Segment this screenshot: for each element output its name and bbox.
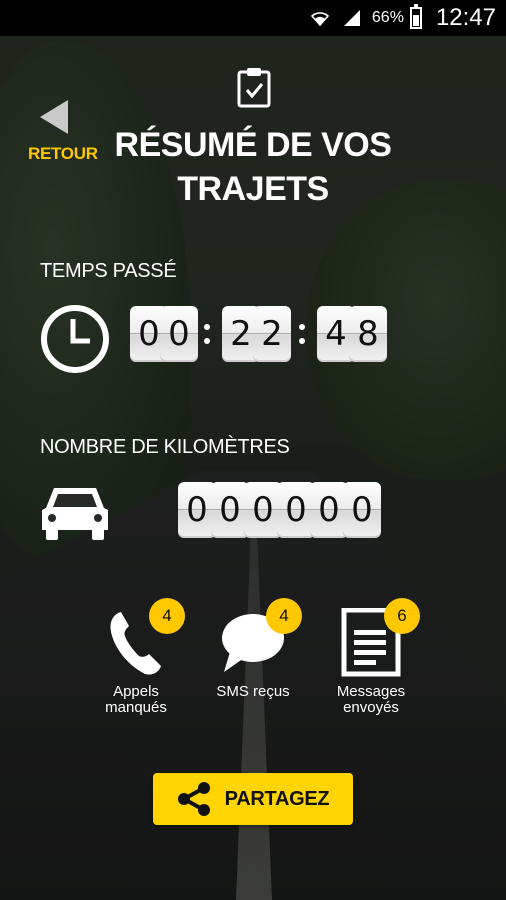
status-time: 12:47 bbox=[435, 4, 496, 31]
share-label: PARTAGEZ bbox=[224, 787, 330, 810]
sms-received-caption: SMS reçus bbox=[193, 684, 313, 700]
messages-sent-stat[interactable]: 6 Messages envoyés bbox=[311, 598, 431, 716]
time-separator bbox=[298, 306, 306, 362]
missed-calls-stat[interactable]: 4 Appels manqués bbox=[76, 598, 196, 716]
page-title: RÉSUMÉ DE VOS TRAJETS bbox=[110, 123, 396, 211]
title-line-2: TRAJETS bbox=[177, 170, 329, 208]
caption-line: Appels bbox=[113, 683, 159, 700]
missed-calls-badge: 4 bbox=[149, 598, 185, 634]
caption-line: envoyés bbox=[343, 699, 399, 716]
status-bar: 66% 12:47 bbox=[0, 0, 506, 36]
share-icon bbox=[177, 782, 210, 816]
clipboard-check-icon bbox=[237, 68, 271, 108]
car-icon bbox=[42, 488, 108, 540]
battery-percent: 66% bbox=[371, 9, 404, 26]
caption-line: manqués bbox=[105, 699, 167, 716]
time-spent-label: TEMPS PASSÉ bbox=[40, 260, 177, 282]
time-separator bbox=[203, 306, 211, 362]
signal-icon bbox=[343, 10, 360, 26]
back-button[interactable]: RETOUR bbox=[28, 100, 98, 166]
caption-line: Messages bbox=[336, 683, 406, 700]
back-label: RETOUR bbox=[28, 144, 98, 163]
kilometers-label: NOMBRE DE KILOMÈTRES bbox=[40, 436, 290, 458]
title-line-1: RÉSUMÉ DE VOS bbox=[114, 126, 392, 164]
battery-icon bbox=[409, 4, 422, 29]
time-digit: 2 bbox=[253, 306, 291, 362]
sms-received-stat[interactable]: 4 SMS reçus bbox=[193, 598, 313, 700]
km-digit: 0 bbox=[343, 482, 381, 538]
messages-sent-badge: 6 bbox=[384, 598, 420, 634]
share-button[interactable]: PARTAGEZ bbox=[153, 773, 353, 825]
caption-line: SMS reçus bbox=[216, 683, 290, 700]
messages-sent-caption: Messages envoyés bbox=[311, 684, 431, 716]
wifi-icon bbox=[310, 12, 330, 27]
time-digit: 8 bbox=[349, 306, 387, 362]
clock-icon bbox=[41, 305, 109, 373]
sms-received-badge: 4 bbox=[266, 598, 302, 634]
missed-calls-caption: Appels manqués bbox=[76, 684, 196, 716]
time-digit: 0 bbox=[160, 306, 198, 362]
back-arrow-icon bbox=[40, 100, 68, 134]
